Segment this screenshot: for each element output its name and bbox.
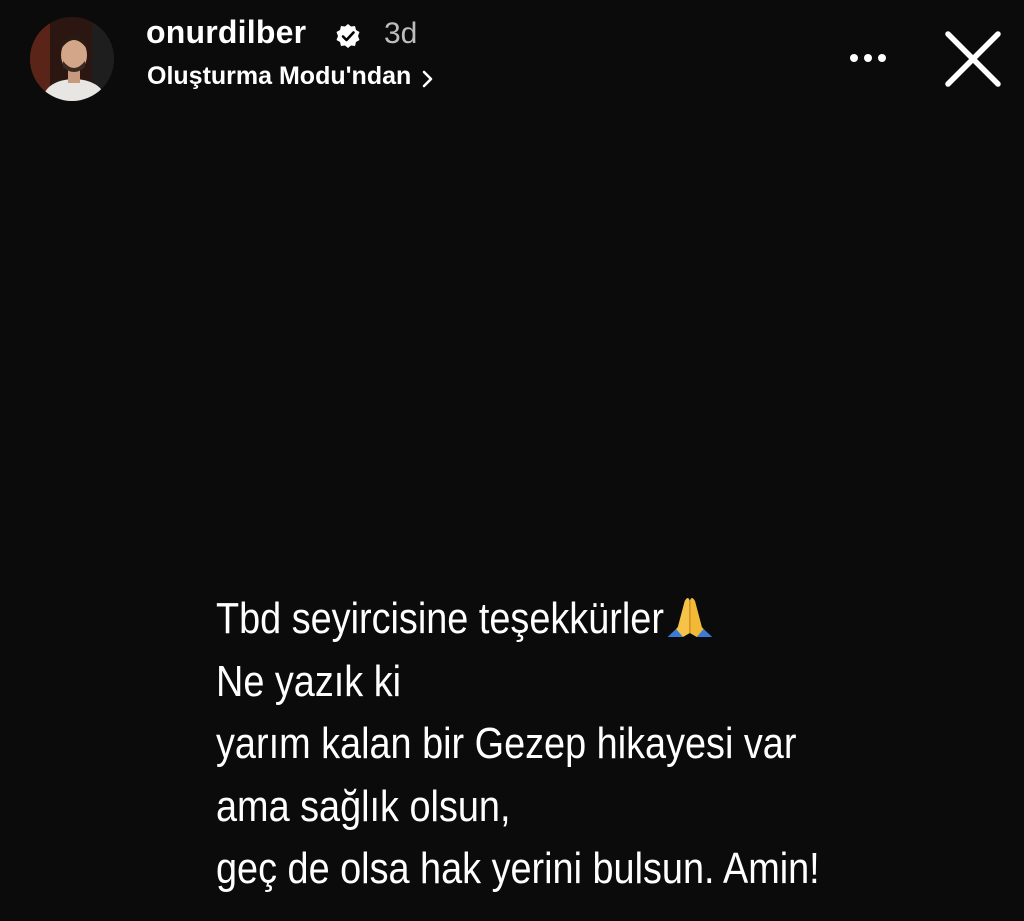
subtitle-label: Oluşturma Modu'ndan (147, 62, 412, 90)
story-text-line-1-text: Tbd seyircisine teşekkürler (216, 594, 664, 643)
more-options-icon (850, 54, 886, 62)
story-text-line-3: yarım kalan bir Gezep hikayesi var (216, 719, 797, 768)
story-text-line-5: geç de olsa hak yerini bulsun. Amin! (216, 844, 820, 893)
close-icon (945, 31, 1001, 87)
story-text: Tbd seyircisine teşekkürler Ne yazık ki … (216, 588, 870, 901)
story-viewer: onurdilber 3d Oluşturma Modu'ndan Tbd se… (0, 0, 1024, 921)
verified-badge-icon (335, 23, 361, 49)
username[interactable]: onurdilber (146, 14, 306, 51)
creation-mode-link[interactable]: Oluşturma Modu'ndan (147, 62, 435, 91)
story-text-line-4: ama sağlık olsun, (216, 781, 511, 831)
post-time: 3d (384, 17, 418, 50)
story-text-line-2: Ne yazık ki (216, 656, 402, 706)
close-button[interactable] (938, 26, 1008, 92)
avatar[interactable] (30, 17, 114, 101)
chevron-right-icon (421, 67, 435, 87)
story-text-line-1: Tbd seyircisine teşekkürler (216, 588, 870, 651)
story-header: onurdilber 3d Oluşturma Modu'ndan (0, 0, 1024, 110)
more-options-button[interactable] (840, 40, 896, 76)
folded-hands-emoji-icon (666, 593, 714, 639)
